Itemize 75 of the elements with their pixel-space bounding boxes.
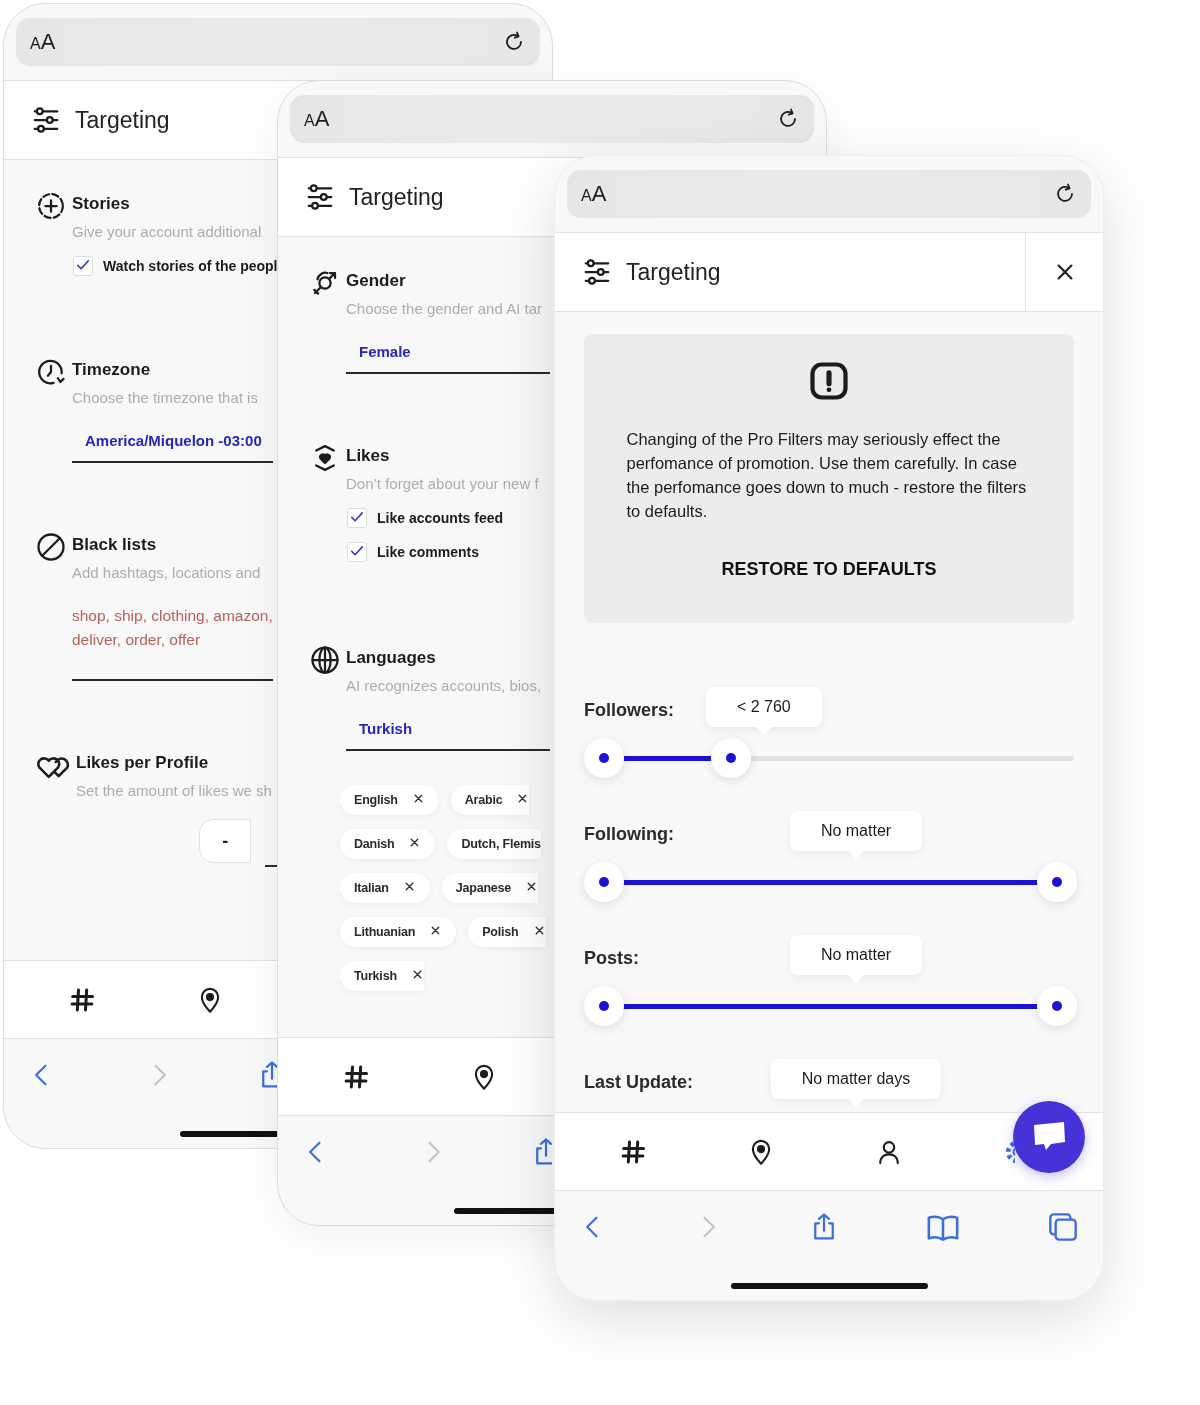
- section-title: Black lists: [72, 535, 157, 555]
- language-chip[interactable]: Japanese: [441, 873, 539, 903]
- sliders-icon: [31, 105, 61, 135]
- page-title: Targeting: [349, 183, 444, 211]
- language-chip[interactable]: Arabic: [450, 785, 530, 815]
- address-bar[interactable]: AA: [16, 18, 540, 66]
- prohibited-icon: [36, 532, 66, 562]
- text-size-button[interactable]: AA: [581, 181, 607, 207]
- language-chip[interactable]: Danish: [340, 829, 436, 859]
- value-tooltip: < 2 760: [705, 687, 822, 735]
- select-field[interactable]: America/Miquelon -03:00: [72, 432, 273, 463]
- slider-thumb[interactable]: [710, 738, 751, 778]
- keywords-text: deliver, order, offer: [72, 631, 201, 649]
- section-description: AI recognizes accounts, bios,: [346, 677, 542, 694]
- restore-defaults-button[interactable]: RESTORE TO DEFAULTS: [721, 559, 937, 580]
- checkbox-option[interactable]: Like comments: [347, 542, 550, 562]
- filter-label: Followers:: [584, 699, 674, 721]
- section-title: Timezone: [72, 360, 151, 380]
- tabs-button[interactable]: [1047, 1211, 1079, 1243]
- section-title: Stories: [72, 194, 130, 214]
- language-chip[interactable]: Italian: [340, 873, 430, 903]
- text-size-button[interactable]: AA: [30, 29, 56, 55]
- section-description: Set the amount of likes we sh: [76, 782, 272, 799]
- select-field[interactable]: Female: [346, 343, 550, 374]
- share-button[interactable]: [262, 1060, 278, 1090]
- section-description: Choose the timezone that is: [72, 389, 258, 406]
- page-title: Targeting: [626, 258, 721, 286]
- value-tooltip: No matter days: [770, 1059, 942, 1107]
- checkbox[interactable]: [73, 256, 93, 276]
- checkbox[interactable]: [347, 542, 367, 562]
- slider-thumb[interactable]: [1037, 986, 1077, 1026]
- filter-label: Following:: [584, 823, 674, 845]
- language-chip[interactable]: Dutch, Flemis: [447, 829, 541, 859]
- section-title: Likes: [346, 446, 390, 466]
- slider-thumb[interactable]: [584, 738, 624, 778]
- checkbox-option[interactable]: Like accounts feed: [347, 508, 550, 528]
- select-field[interactable]: Turkish: [346, 720, 550, 751]
- sliders-icon: [582, 257, 612, 287]
- language-chip[interactable]: Turkish: [340, 961, 424, 991]
- chat-button[interactable]: [1013, 1101, 1085, 1173]
- section-title: Likes per Profile: [76, 753, 209, 773]
- text-size-button[interactable]: AA: [304, 106, 330, 132]
- section-description: Add hashtags, locations and: [72, 564, 261, 581]
- share-icon: [536, 1137, 552, 1167]
- share-button[interactable]: [536, 1137, 552, 1167]
- section-description: Don’t forget about your new f: [346, 475, 539, 492]
- page-title: Targeting: [75, 106, 170, 134]
- tabs-icon: [1047, 1211, 1079, 1243]
- globe-icon: [310, 645, 340, 675]
- slider-thumb[interactable]: [584, 862, 624, 902]
- decrement-button[interactable]: -: [199, 819, 252, 863]
- keywords-text: shop, ship, clothing, amazon,: [72, 607, 273, 625]
- slider-thumb[interactable]: [584, 986, 624, 1026]
- section-title: Languages: [346, 648, 436, 668]
- filter-label: Last Update:: [584, 1071, 693, 1093]
- address-bar[interactable]: AA: [290, 95, 814, 143]
- value-tooltip: No matter: [789, 935, 923, 983]
- address-bar[interactable]: AA: [567, 170, 1091, 218]
- section-description: Give your account additional: [72, 223, 262, 240]
- language-chip[interactable]: Lithuanian: [340, 917, 457, 947]
- section-description: Choose the gender and AI tar: [346, 300, 542, 317]
- language-chip[interactable]: Polish: [468, 917, 546, 947]
- filter-label: Posts:: [584, 947, 639, 969]
- alert-icon: [807, 359, 851, 403]
- language-chip[interactable]: English: [340, 785, 439, 815]
- keywords-field[interactable]: shop, ship, clothing, amazon, deliver, order, offer: [72, 607, 273, 681]
- warning-message: Changing of the Pro Filters may seriously effect the perfomance of promotion. Use them carefully. In case the perfomance goes down to much - restore the filters to defaults.: [626, 429, 1028, 522]
- value-tooltip: No matter: [789, 811, 923, 859]
- share-icon: [262, 1060, 278, 1090]
- clock-icon: [36, 357, 66, 387]
- checkbox[interactable]: [347, 508, 367, 528]
- section-title: Gender: [346, 271, 406, 291]
- sliders-icon: [305, 182, 335, 212]
- dashed-plus-circle-icon: [36, 191, 66, 221]
- slider-thumb[interactable]: [1037, 862, 1077, 902]
